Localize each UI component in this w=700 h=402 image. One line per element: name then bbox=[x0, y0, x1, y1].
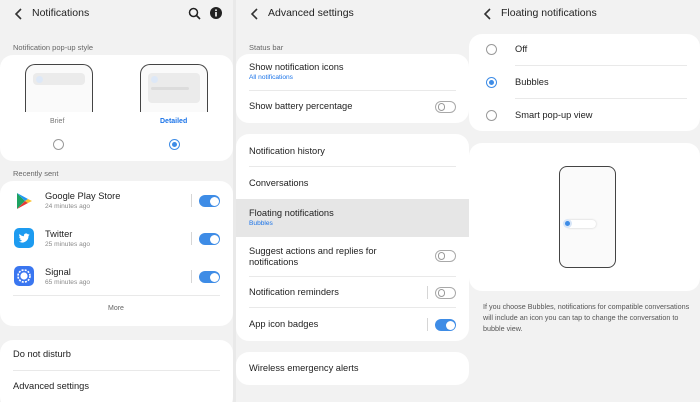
suggest-actions-line1[interactable]: Suggest actions and replies for bbox=[249, 246, 377, 256]
floating-header: Floating notifications bbox=[469, 0, 700, 28]
advanced-header: Advanced settings bbox=[236, 0, 469, 28]
notifications-panel: Notifications Notification pop-up style … bbox=[0, 0, 233, 402]
signal-toggle[interactable] bbox=[199, 271, 220, 283]
bubbles-option[interactable]: Bubbles bbox=[515, 77, 549, 87]
smart-popup-radio[interactable] bbox=[486, 110, 497, 121]
floating-notifications-item[interactable]: Floating notifications bbox=[249, 208, 334, 218]
battery-toggle[interactable] bbox=[435, 101, 456, 113]
back-arrow-icon[interactable] bbox=[482, 8, 494, 20]
popup-style-label: Notification pop-up style bbox=[13, 43, 94, 52]
phone-preview-image bbox=[559, 166, 616, 268]
badges-toggle[interactable] bbox=[435, 319, 456, 331]
advanced-settings-panel: Advanced settings Status bar Show notifi… bbox=[236, 0, 469, 402]
bubbles-preview-card bbox=[469, 143, 700, 291]
detailed-preview[interactable] bbox=[140, 64, 208, 112]
suggest-actions-toggle[interactable] bbox=[435, 250, 456, 262]
brief-label: Brief bbox=[50, 118, 65, 125]
off-option[interactable]: Off bbox=[515, 44, 527, 54]
floating-notifications-sub: Bubbles bbox=[249, 220, 273, 227]
popup-style-card: Brief Detailed bbox=[0, 55, 233, 161]
app-time: 25 minutes ago bbox=[45, 241, 91, 248]
brief-preview[interactable] bbox=[25, 64, 93, 112]
recent-apps-card: Google Play Store 24 minutes ago Twitter… bbox=[0, 181, 233, 326]
smart-popup-option[interactable]: Smart pop-up view bbox=[515, 110, 593, 120]
list-item[interactable]: Google Play Store 24 minutes ago bbox=[0, 181, 233, 219]
info-icon[interactable] bbox=[210, 7, 222, 19]
app-time: 24 minutes ago bbox=[45, 203, 91, 210]
notifications-settings-card: Notification history Conversations Float… bbox=[236, 134, 469, 341]
page-title: Floating notifications bbox=[501, 7, 597, 19]
twitter-toggle[interactable] bbox=[199, 233, 220, 245]
floating-notifications-panel: Floating notifications Off Bubbles Smart… bbox=[469, 0, 700, 402]
detailed-radio[interactable] bbox=[169, 139, 180, 150]
advanced-settings-item[interactable]: Advanced settings bbox=[13, 381, 89, 391]
emergency-card: Wireless emergency alerts bbox=[236, 352, 469, 385]
search-icon[interactable] bbox=[188, 7, 201, 20]
status-bar-label: Status bar bbox=[249, 43, 284, 52]
do-not-disturb-item[interactable]: Do not disturb bbox=[13, 349, 71, 359]
app-name: Signal bbox=[45, 267, 71, 277]
back-arrow-icon[interactable] bbox=[249, 8, 261, 20]
list-item[interactable]: Signal 65 minutes ago bbox=[0, 257, 233, 295]
app-time: 65 minutes ago bbox=[45, 279, 91, 286]
more-button[interactable]: More bbox=[108, 305, 124, 312]
recently-sent-label: Recently sent bbox=[13, 169, 59, 178]
show-icons-item[interactable]: Show notification icons bbox=[249, 62, 344, 72]
reminders-toggle[interactable] bbox=[435, 287, 456, 299]
notifications-header: Notifications bbox=[0, 0, 233, 28]
google-play-icon bbox=[17, 193, 32, 209]
notification-history-item[interactable]: Notification history bbox=[249, 146, 325, 156]
detailed-label: Detailed bbox=[160, 118, 188, 125]
brief-radio[interactable] bbox=[53, 139, 64, 150]
show-icons-sub: All notifications bbox=[249, 74, 293, 81]
page-title: Notifications bbox=[32, 7, 90, 19]
app-icon-badges-item[interactable]: App icon badges bbox=[249, 319, 318, 329]
back-arrow-icon[interactable] bbox=[13, 8, 25, 20]
page-title: Advanced settings bbox=[268, 7, 354, 19]
wireless-emergency-alerts-item[interactable]: Wireless emergency alerts bbox=[249, 363, 359, 373]
google-play-toggle[interactable] bbox=[199, 195, 220, 207]
bottom-settings-card: Do not disturb Advanced settings bbox=[0, 340, 233, 402]
conversations-item[interactable]: Conversations bbox=[249, 178, 308, 188]
notification-reminders-item[interactable]: Notification reminders bbox=[249, 287, 339, 297]
app-name: Google Play Store bbox=[45, 191, 121, 201]
bubbles-radio[interactable] bbox=[486, 77, 497, 88]
off-radio[interactable] bbox=[486, 44, 497, 55]
floating-options-card: Off Bubbles Smart pop-up view bbox=[469, 34, 700, 131]
bubbles-description: If you choose Bubbles, notifications for… bbox=[483, 302, 690, 333]
battery-item[interactable]: Show battery percentage bbox=[249, 101, 352, 111]
list-item[interactable]: Twitter 25 minutes ago bbox=[0, 219, 233, 257]
floating-notifications-row[interactable] bbox=[236, 199, 469, 237]
suggest-actions-line2[interactable]: notifications bbox=[249, 257, 298, 267]
status-bar-card: Show notification icons All notification… bbox=[236, 54, 469, 123]
twitter-icon bbox=[14, 228, 34, 248]
app-name: Twitter bbox=[45, 229, 73, 239]
signal-icon bbox=[14, 266, 34, 286]
